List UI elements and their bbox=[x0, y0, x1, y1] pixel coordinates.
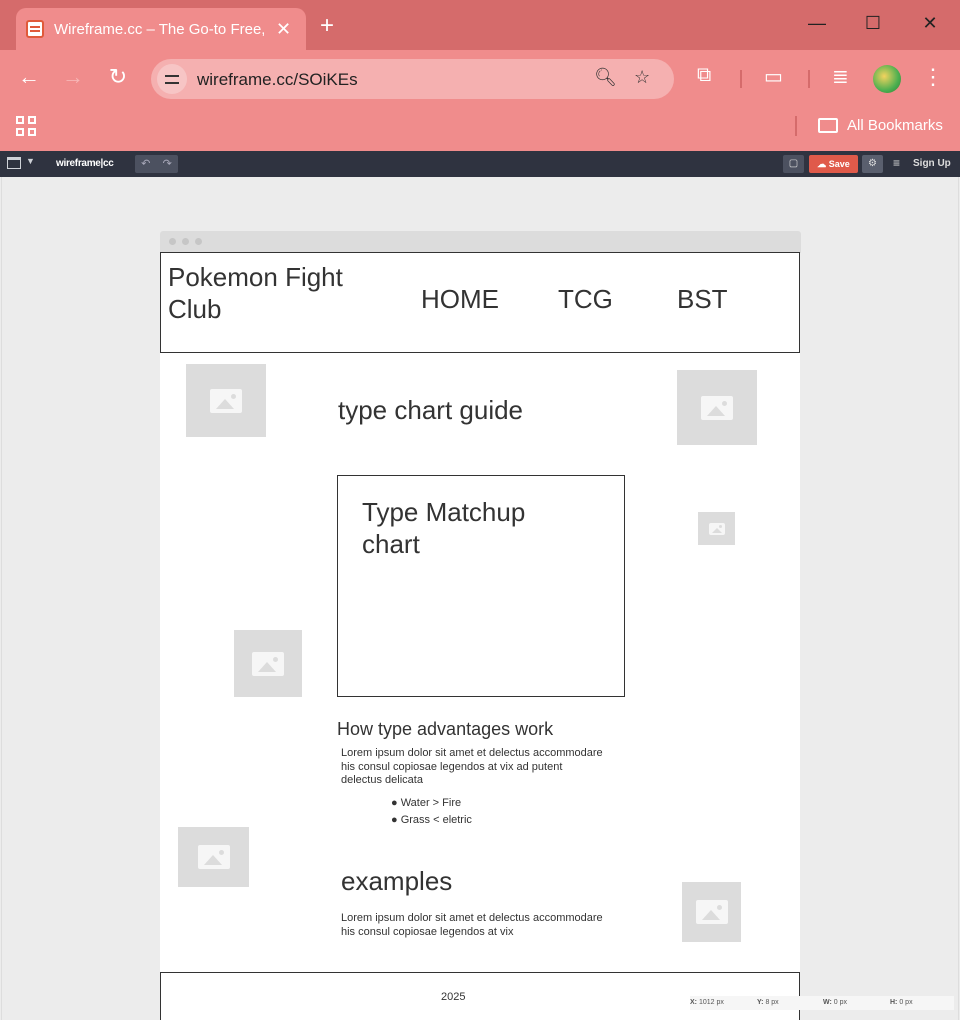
maximize-button[interactable]: ☐ bbox=[858, 13, 888, 34]
bullet-item[interactable]: ● Grass < eletric bbox=[391, 814, 472, 826]
browser-tab[interactable]: Wireframe.cc – The Go-to Free, ✕ bbox=[16, 8, 306, 50]
address-bar[interactable]: wireframe.cc/SOiKEs 🔍︎ ☆ bbox=[151, 59, 674, 99]
tab-search-icon[interactable]: ▭ bbox=[764, 64, 783, 89]
coordinates-readout: X: 1012 px Y: 8 px W: 0 px H: 0 px bbox=[690, 996, 954, 1010]
folder-icon[interactable] bbox=[818, 118, 838, 133]
toolbar-divider bbox=[808, 70, 810, 88]
apps-grid-icon[interactable] bbox=[16, 116, 36, 136]
close-window-button[interactable]: ✕ bbox=[915, 13, 945, 34]
w-value: 0 px bbox=[833, 999, 847, 1006]
undo-button[interactable]: ↶ bbox=[135, 155, 157, 173]
x-value: 1012 px bbox=[698, 999, 724, 1006]
h-label: H: bbox=[890, 999, 898, 1006]
minimize-button[interactable]: — bbox=[802, 13, 832, 34]
y-label: Y: bbox=[757, 999, 764, 1006]
image-placeholder[interactable] bbox=[178, 827, 249, 887]
bookmarks-bar: All Bookmarks bbox=[0, 106, 960, 151]
redo-button[interactable]: ↷ bbox=[157, 155, 179, 173]
tab-title: Wireframe.cc – The Go-to Free, bbox=[54, 20, 264, 38]
all-bookmarks-link[interactable]: All Bookmarks bbox=[847, 117, 943, 134]
image-placeholder[interactable] bbox=[234, 630, 302, 697]
image-placeholder[interactable] bbox=[677, 370, 757, 445]
tab-close-icon[interactable]: ✕ bbox=[276, 19, 291, 40]
toolbar-divider bbox=[740, 70, 742, 88]
page-type-icon[interactable] bbox=[7, 157, 21, 169]
zoom-icon[interactable]: 🔍︎ bbox=[594, 67, 617, 88]
star-bookmark-icon[interactable]: ☆ bbox=[634, 67, 650, 88]
browser-toolbar: ← → ↻ wireframe.cc/SOiKEs 🔍︎ ☆ ⧉ ▭ ≣ ⋮ bbox=[0, 50, 960, 106]
chart-box-title[interactable]: Type Matchup chart bbox=[362, 496, 582, 560]
nav-tcg[interactable]: TCG bbox=[558, 284, 613, 315]
url-text[interactable]: wireframe.cc/SOiKEs bbox=[197, 70, 358, 90]
image-icon bbox=[701, 395, 733, 420]
sign-up-link[interactable]: Sign Up bbox=[913, 158, 951, 169]
bullet-item[interactable]: ● Water > Fire bbox=[391, 797, 461, 809]
examples-paragraph[interactable]: Lorem ipsum dolor sit amet et delectus a… bbox=[341, 912, 603, 939]
back-arrow-icon[interactable]: ← bbox=[15, 64, 43, 90]
advantages-heading[interactable]: How type advantages work bbox=[337, 719, 553, 740]
nav-home[interactable]: HOME bbox=[421, 284, 499, 315]
chevron-down-icon[interactable]: ▼ bbox=[26, 156, 35, 166]
image-icon bbox=[197, 845, 230, 869]
undo-redo-group: ↶ ↷ bbox=[135, 155, 178, 173]
site-title[interactable]: Pokemon Fight Club bbox=[168, 261, 388, 325]
advantages-paragraph[interactable]: Lorem ipsum dolor sit amet et delectus a… bbox=[341, 747, 603, 788]
save-label: Save bbox=[828, 159, 850, 169]
hamburger-menu-icon[interactable]: ≡ bbox=[893, 156, 900, 170]
examples-heading[interactable]: examples bbox=[341, 866, 452, 897]
guide-heading[interactable]: type chart guide bbox=[338, 395, 523, 426]
browser-menu-icon[interactable]: ⋮ bbox=[922, 64, 944, 90]
x-label: X: bbox=[690, 999, 697, 1006]
settings-sliders-icon[interactable]: ⚙ bbox=[862, 155, 883, 173]
image-placeholder[interactable] bbox=[682, 882, 741, 942]
window-dot bbox=[182, 238, 189, 245]
save-button[interactable]: ☁ Save bbox=[809, 155, 858, 173]
new-tab-button[interactable]: + bbox=[320, 12, 334, 40]
bookmarks-divider bbox=[795, 116, 797, 136]
extensions-icon[interactable]: ⧉ bbox=[697, 64, 711, 87]
window-dot bbox=[195, 238, 202, 245]
window-dot bbox=[169, 238, 176, 245]
image-icon bbox=[708, 522, 725, 535]
image-icon bbox=[695, 900, 728, 924]
image-placeholder[interactable] bbox=[186, 364, 266, 437]
nav-bst[interactable]: BST bbox=[677, 284, 728, 315]
image-icon bbox=[252, 651, 284, 676]
site-info-icon[interactable] bbox=[157, 64, 187, 94]
comment-icon[interactable]: ▢ bbox=[783, 155, 804, 173]
profile-avatar[interactable] bbox=[873, 65, 901, 93]
wireframe-logo: wireframe|cc bbox=[56, 158, 114, 169]
footer-year[interactable]: 2025 bbox=[441, 991, 465, 1003]
image-placeholder[interactable] bbox=[698, 512, 735, 545]
forward-arrow-icon[interactable]: → bbox=[59, 64, 87, 90]
reading-list-icon[interactable]: ≣ bbox=[832, 64, 849, 89]
w-label: W: bbox=[823, 999, 832, 1006]
h-value: 0 px bbox=[899, 999, 913, 1006]
image-icon bbox=[210, 388, 242, 413]
wireframe-favicon-icon bbox=[26, 20, 44, 38]
reload-icon[interactable]: ↻ bbox=[104, 64, 132, 90]
wireframe-window-bar bbox=[160, 231, 801, 253]
browser-titlebar: Wireframe.cc – The Go-to Free, ✕ + — ☐ ✕ bbox=[0, 0, 960, 50]
y-value: 8 px bbox=[765, 999, 779, 1006]
wireframe-app-toolbar: ▼ wireframe|cc ↶ ↷ ▢ ☁ Save ⚙ ≡ Sign Up bbox=[0, 151, 960, 177]
